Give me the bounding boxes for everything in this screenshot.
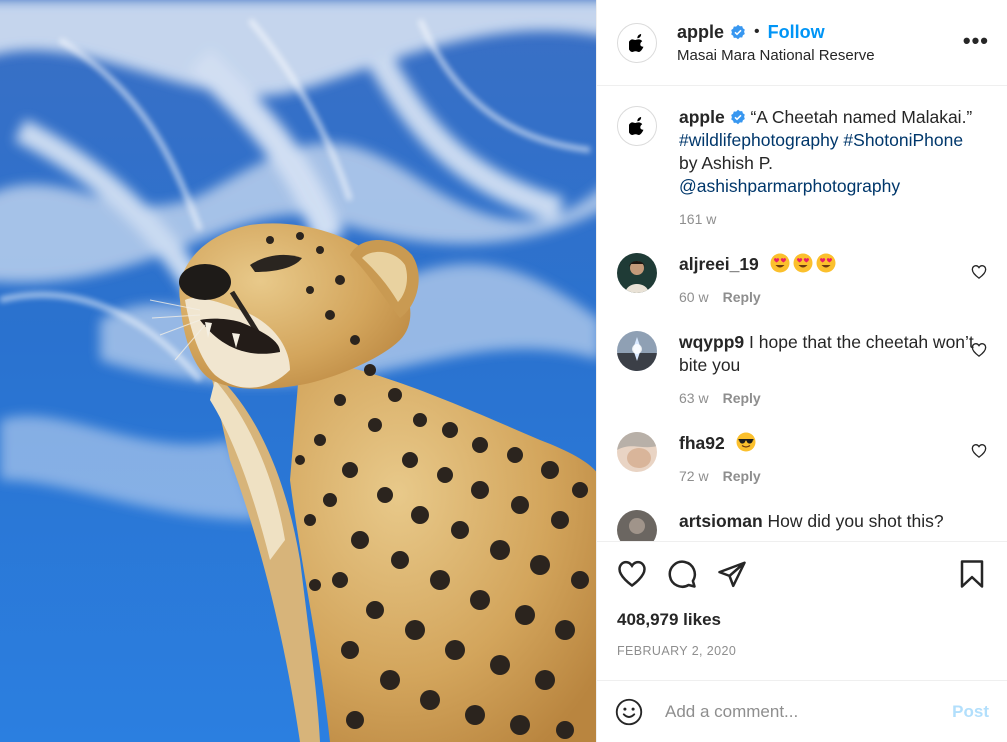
commenter-avatar-image [617, 331, 657, 371]
comment-icon[interactable] [667, 559, 697, 589]
post-header-line: apple • Follow [677, 22, 875, 43]
comment-time[interactable]: 60 w [679, 286, 709, 309]
heart-icon[interactable] [971, 342, 987, 358]
caption-text: “A Cheetah named Malakai.” [750, 107, 973, 127]
apple-logo-icon [629, 33, 644, 52]
comment-body: wqypp9 I hope that the cheetah won’t bit… [679, 331, 979, 410]
verified-badge-icon [731, 24, 745, 40]
caption-hashtags[interactable]: #wildlifephotography #ShotoniPhone [679, 130, 963, 150]
post-actions: 408,979 likes FEBRUARY 2, 2020 [597, 541, 1007, 658]
apple-logo-icon [629, 117, 644, 135]
likes-count[interactable]: 408,979 likes [617, 610, 987, 630]
sunglasses-emoji [736, 432, 756, 452]
comment-username[interactable]: aljreei_19 [679, 254, 759, 274]
reply-button[interactable]: Reply [723, 387, 761, 410]
heart-icon[interactable] [617, 559, 647, 589]
more-options-icon[interactable]: ••• [963, 30, 989, 52]
commenter-avatar-image [617, 432, 657, 472]
heart-icon[interactable] [971, 264, 987, 280]
comment-input[interactable] [665, 701, 953, 722]
cheetah-photo-image [0, 0, 596, 742]
comment-time[interactable]: 72 w [679, 465, 709, 488]
caption-credit: by Ashish P. [679, 153, 774, 173]
post-side-panel: apple • Follow Masai Mara National Reser… [596, 0, 1007, 742]
heart-icon[interactable] [971, 443, 987, 459]
caption-mention[interactable]: @ashishparmarphotography [679, 176, 900, 196]
caption-time[interactable]: 161 w [679, 208, 716, 231]
comment-item: artsioman How did you shot this? [617, 510, 987, 541]
caption-meta: 161 w [679, 208, 979, 231]
post-photo[interactable] [0, 0, 596, 742]
post-modal: apple • Follow Masai Mara National Reser… [0, 0, 1007, 742]
comment-emoji-group [770, 253, 839, 274]
avatar[interactable] [617, 510, 657, 541]
comment-meta: 60 w Reply [679, 286, 979, 309]
commenter-avatar-image [617, 510, 657, 541]
avatar[interactable] [617, 253, 657, 293]
commenter-avatar-image [617, 253, 657, 293]
avatar[interactable] [617, 432, 657, 472]
caption: apple “A Cheetah named Malakai.” #wildli… [617, 106, 987, 231]
reply-button[interactable]: Reply [723, 286, 761, 309]
comment-text: How did you shot this? [767, 511, 944, 531]
caption-username[interactable]: apple [679, 107, 725, 127]
post-date[interactable]: FEBRUARY 2, 2020 [617, 644, 987, 658]
avatar[interactable] [617, 331, 657, 371]
heart-eyes-emoji [816, 253, 836, 273]
comment-body: artsioman How did you shot this? [679, 510, 979, 541]
post-header: apple • Follow Masai Mara National Reser… [597, 0, 1007, 86]
comment-item: fha92 72 w Reply [617, 432, 987, 488]
post-header-text: apple • Follow Masai Mara National Reser… [677, 22, 875, 64]
comment-username[interactable]: artsioman [679, 511, 763, 531]
avatar[interactable] [617, 106, 657, 146]
post-location[interactable]: Masai Mara National Reserve [677, 47, 875, 64]
follow-button[interactable]: Follow [768, 22, 825, 43]
avatar[interactable] [617, 22, 657, 63]
add-comment-bar: Post [597, 680, 1007, 742]
comment-meta: 63 w Reply [679, 387, 979, 410]
caption-body: apple “A Cheetah named Malakai.” #wildli… [679, 106, 979, 231]
comment-username[interactable]: fha92 [679, 433, 725, 453]
comment-body: aljreei_19 60 w Reply [679, 253, 979, 309]
verified-badge-icon [730, 109, 745, 125]
action-icons [617, 542, 987, 606]
emoji-smile-icon[interactable] [615, 698, 643, 726]
heart-eyes-emoji [793, 253, 813, 273]
comment-item: aljreei_19 60 w Reply [617, 253, 987, 309]
comment-time[interactable]: 63 w [679, 387, 709, 410]
header-separator: • [754, 23, 760, 40]
heart-eyes-emoji [770, 253, 790, 273]
comment-meta: 72 w Reply [679, 465, 979, 488]
bookmark-icon[interactable] [957, 559, 987, 589]
post-button[interactable]: Post [952, 702, 989, 722]
comment-username[interactable]: wqypp9 [679, 332, 744, 352]
comments-list: apple “A Cheetah named Malakai.” #wildli… [597, 86, 1007, 541]
share-icon[interactable] [717, 559, 747, 589]
comment-body: fha92 72 w Reply [679, 432, 979, 488]
comment-item: wqypp9 I hope that the cheetah won’t bit… [617, 331, 987, 410]
reply-button[interactable]: Reply [723, 465, 761, 488]
post-author-username[interactable]: apple [677, 22, 724, 43]
comment-emoji-group [736, 432, 759, 453]
